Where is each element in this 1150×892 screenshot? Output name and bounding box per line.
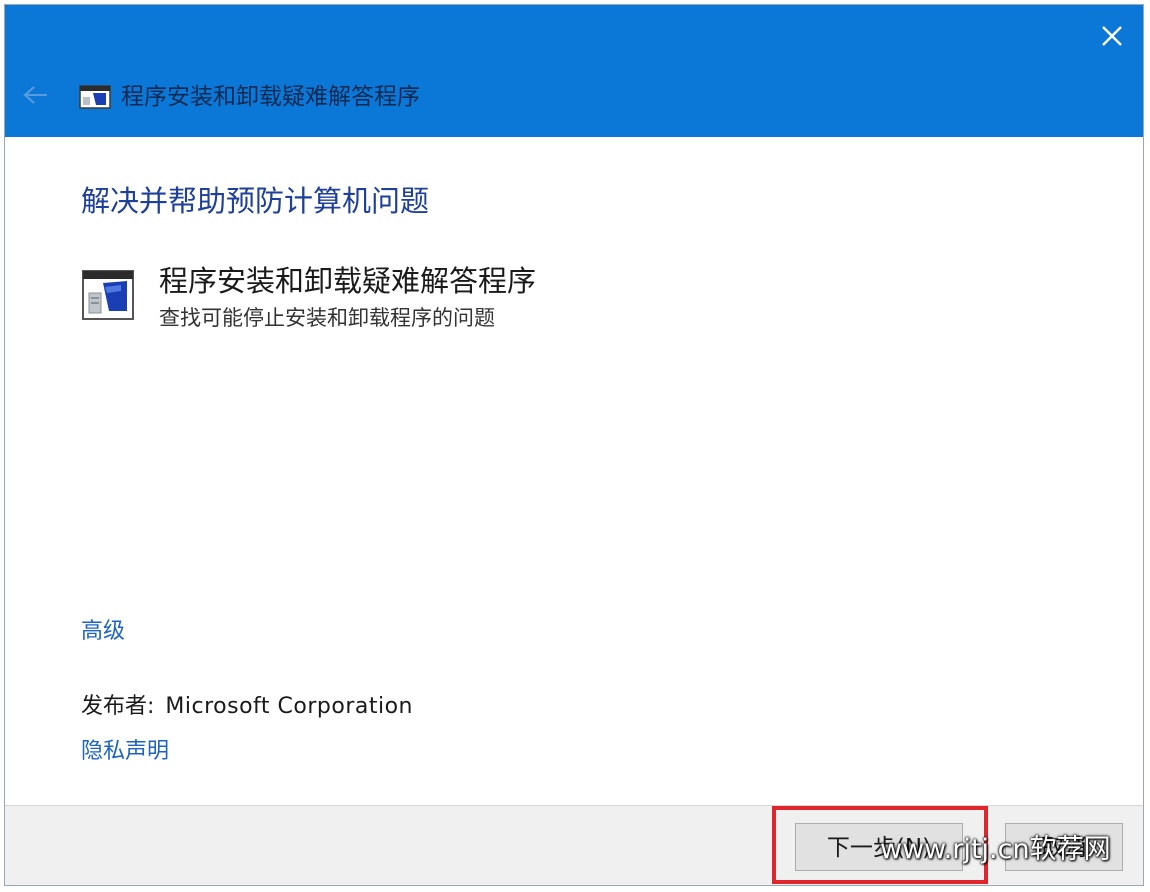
publisher-info: 发布者: Microsoft Corporation bbox=[81, 691, 413, 723]
window-title: 程序安装和卸载疑难解答程序 bbox=[121, 84, 420, 110]
back-arrow-icon bbox=[23, 86, 47, 104]
title-bar: 程序安装和卸载疑难解答程序 bbox=[5, 5, 1143, 137]
main-content: 解决并帮助预防计算机问题 程序安装和卸载疑难解答程序 查找可能停止安装和卸载程序… bbox=[5, 137, 1143, 805]
back-button[interactable] bbox=[21, 83, 51, 107]
close-button[interactable] bbox=[1095, 19, 1129, 53]
next-button[interactable]: 下一步(N) bbox=[795, 823, 963, 871]
task-title: 程序安装和卸载疑难解答程序 bbox=[159, 264, 537, 298]
button-bar: 下一步(N) 取消 bbox=[5, 805, 1143, 885]
close-icon bbox=[1102, 26, 1122, 46]
troubleshooter-app-icon bbox=[79, 85, 111, 109]
cancel-button[interactable]: 取消 bbox=[1005, 823, 1123, 871]
page-heading: 解决并帮助预防计算机问题 bbox=[81, 184, 430, 218]
publisher-value: Microsoft Corporation bbox=[165, 694, 413, 719]
task-description: 查找可能停止安装和卸载程序的问题 bbox=[159, 306, 495, 330]
troubleshooter-task-icon bbox=[82, 270, 134, 320]
privacy-link[interactable]: 隐私声明 bbox=[81, 737, 169, 767]
publisher-label: 发布者: bbox=[81, 694, 155, 719]
advanced-link[interactable]: 高级 bbox=[81, 617, 125, 647]
troubleshooter-window: 程序安装和卸载疑难解答程序 解决并帮助预防计算机问题 程序安装和卸载疑难解答程序… bbox=[4, 4, 1144, 886]
